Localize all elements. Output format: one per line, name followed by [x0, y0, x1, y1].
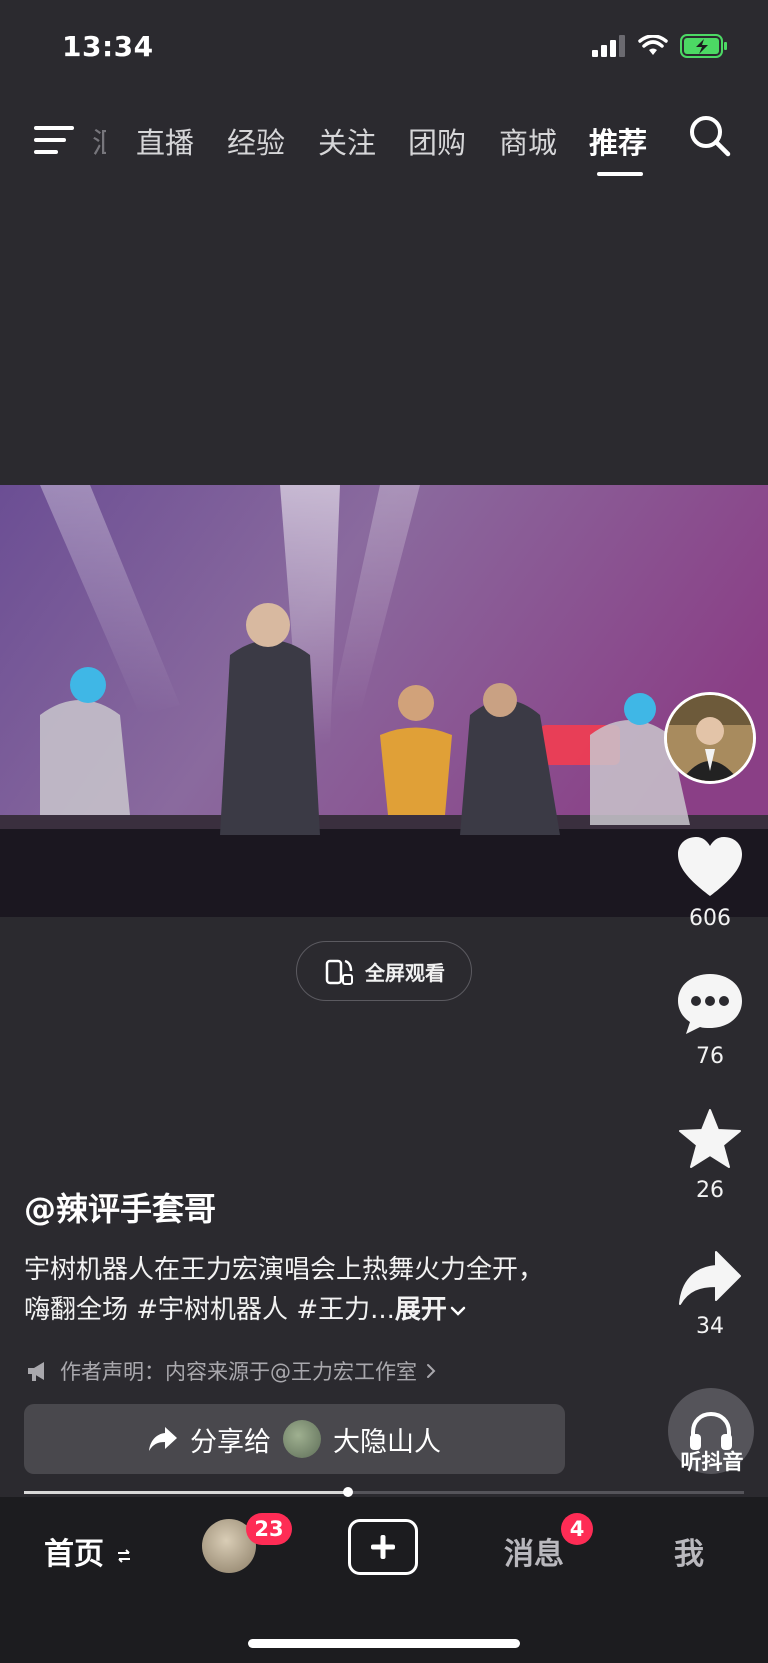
author-declaration[interactable]: 作者声明：内容来源于@王力宏工作室	[26, 1356, 437, 1386]
home-indicator	[248, 1639, 520, 1648]
chevron-right-icon	[427, 1364, 436, 1378]
friend-name: 大隐山人	[333, 1426, 441, 1458]
signal-icon	[592, 35, 625, 57]
friend-avatar	[283, 1420, 321, 1458]
share-count: 34	[696, 1314, 724, 1339]
nav-home[interactable]: 首页	[44, 1529, 132, 1573]
tab-live[interactable]: 直播	[136, 120, 194, 162]
share-arrow-icon	[679, 1251, 741, 1305]
nav-home-label: 首页	[44, 1537, 104, 1572]
like-action[interactable]: 606	[660, 836, 760, 931]
nav-me[interactable]: 我	[674, 1529, 704, 1573]
status-icons	[592, 34, 728, 58]
menu-icon[interactable]	[34, 122, 76, 158]
bottom-nav: 首页 23 消息 4 我	[0, 1497, 768, 1663]
video-progress-knob[interactable]	[343, 1487, 353, 1497]
search-icon[interactable]	[688, 114, 732, 158]
favorite-count: 26	[696, 1178, 724, 1203]
status-time: 13:34	[62, 30, 154, 63]
tab-following[interactable]: 关注	[318, 120, 376, 162]
nav-messages[interactable]: 消息	[504, 1529, 564, 1573]
fullscreen-label: 全屏观看	[365, 960, 445, 985]
tab-experience[interactable]: 经验	[227, 120, 285, 162]
share-arrow-icon	[149, 1427, 177, 1451]
share-to-friend-bar[interactable]: 分享给 大隐山人	[24, 1404, 565, 1474]
top-tab-bar: 汇 直播 经验 关注 团购 商城 推荐	[0, 112, 768, 182]
heart-icon	[678, 837, 742, 896]
share-action[interactable]: 34	[660, 1250, 760, 1339]
video-progress-fill	[24, 1491, 348, 1494]
create-post-button[interactable]	[348, 1519, 418, 1575]
active-tab-indicator	[597, 172, 643, 176]
tab-mall[interactable]: 商城	[499, 120, 557, 162]
tab-partial[interactable]: 汇	[92, 120, 106, 162]
share-label: 分享给	[190, 1426, 271, 1458]
comment-action[interactable]: 76	[660, 972, 760, 1069]
concert-video-frame	[0, 485, 768, 917]
author-avatar[interactable]	[664, 692, 756, 784]
tab-recommend[interactable]: 推荐	[589, 120, 647, 162]
expand-button[interactable]: 展开	[395, 1295, 467, 1325]
star-icon	[679, 1109, 741, 1168]
comment-icon	[678, 974, 742, 1034]
favorite-action[interactable]: 26	[660, 1108, 760, 1203]
wifi-icon	[638, 35, 668, 55]
swap-icon	[118, 1549, 131, 1563]
friends-badge: 23	[246, 1513, 292, 1545]
battery-charging-icon	[680, 34, 727, 58]
like-count: 606	[689, 906, 731, 931]
video-player[interactable]	[0, 485, 768, 917]
author-avatar-image	[667, 695, 753, 781]
plus-icon	[371, 1535, 395, 1559]
megaphone-icon	[28, 1362, 44, 1381]
fullscreen-button[interactable]: 全屏观看	[296, 941, 472, 1001]
declaration-text: 作者声明：内容来源于@王力宏工作室	[60, 1360, 417, 1384]
rotate-screen-icon	[325, 959, 353, 985]
author-name[interactable]: @辣评手套哥	[24, 1184, 216, 1230]
comment-count: 76	[696, 1044, 724, 1069]
chevron-down-icon	[450, 1306, 466, 1316]
messages-badge: 4	[561, 1513, 593, 1545]
listen-label: 听抖音	[680, 1450, 744, 1474]
expand-label: 展开	[394, 1295, 447, 1325]
post-description: 宇树机器人在王力宏演唱会上热舞火力全开，嗨翻全场 #宇树机器人 #王力...展开	[24, 1250, 564, 1330]
tab-group-buy[interactable]: 团购	[408, 120, 466, 162]
